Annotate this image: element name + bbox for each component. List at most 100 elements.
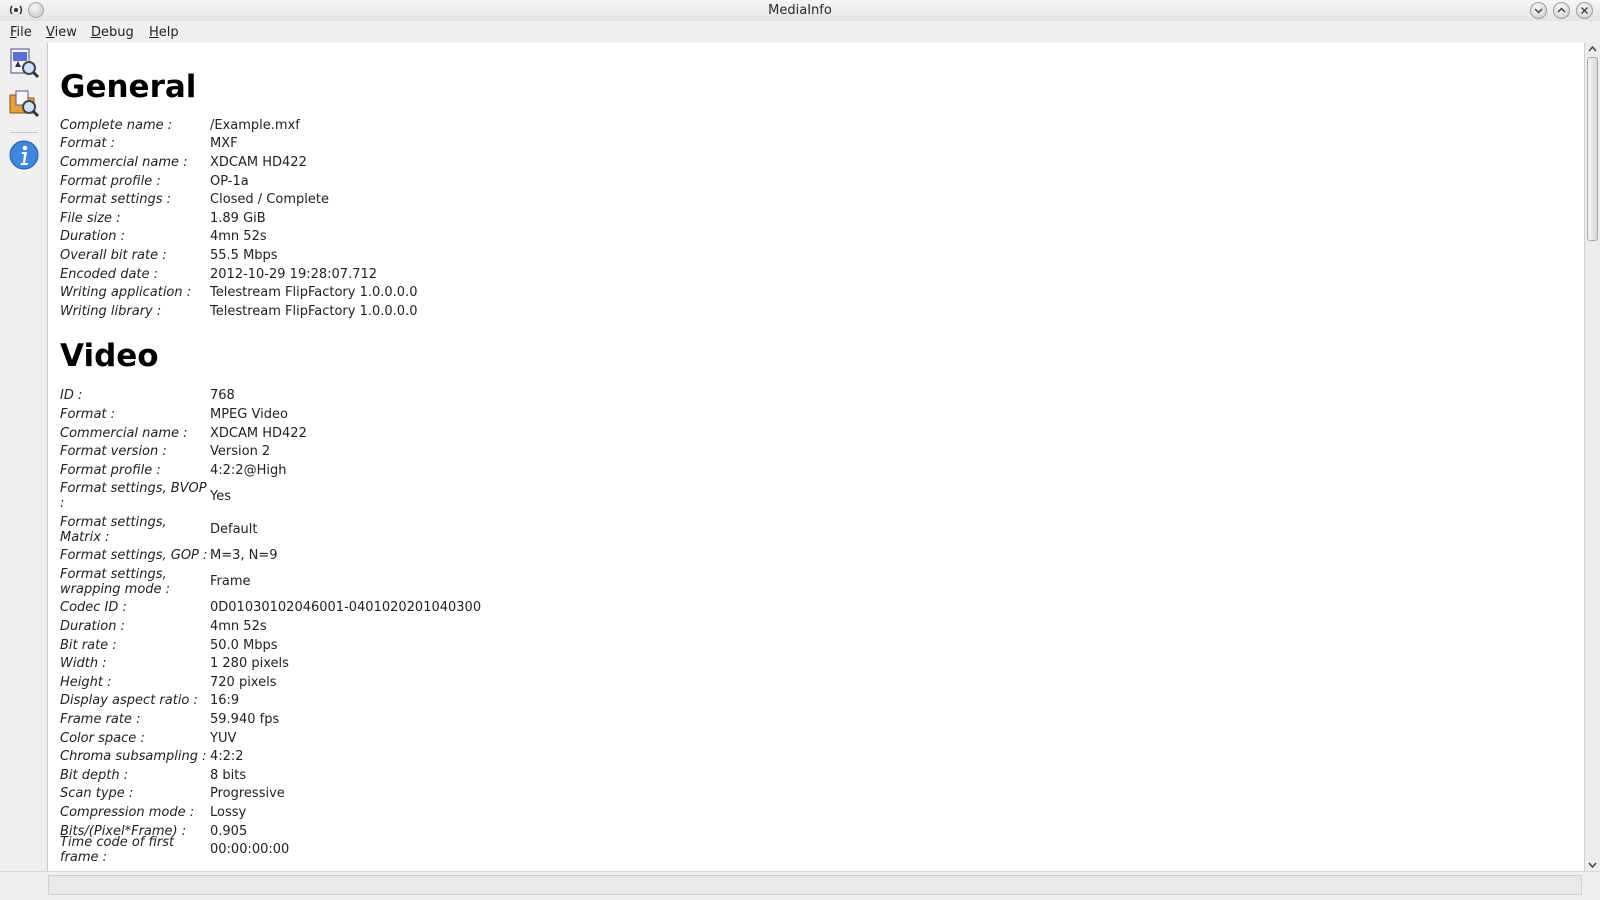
chevron-up-icon	[1557, 7, 1566, 13]
menu-bar: File View Debug Help	[0, 21, 1600, 43]
field-value: YUV	[210, 730, 237, 746]
field-label: Format version :	[60, 444, 167, 460]
field-value: 4mn 52s	[210, 229, 267, 245]
left-toolbar	[0, 43, 47, 875]
scroll-down-icon[interactable]	[1588, 861, 1597, 869]
field-value: 8 bits	[210, 767, 247, 783]
status-bar	[0, 871, 1600, 900]
field-label: Format settings, GOP :	[60, 548, 208, 564]
info-row: Format settings, BVOP : Yes	[60, 480, 1560, 514]
field-value: 0.905	[210, 823, 248, 839]
info-row: Format settings : Closed / Complete	[60, 190, 1560, 209]
info-row: Compression mode : Lossy	[60, 803, 1560, 822]
section-title: General	[60, 69, 197, 105]
field-label: File size :	[60, 210, 121, 226]
field-value: 00:00:00:00	[210, 842, 290, 858]
open-file-button[interactable]	[8, 47, 40, 79]
maximize-button[interactable]	[1553, 2, 1570, 19]
field-value: 1 280 pixels	[210, 656, 289, 672]
field-label: Format settings, wrapping mode :	[60, 566, 171, 597]
info-row: Encoded date : 2012-10-29 19:28:07.712	[60, 265, 1560, 284]
field-value: OP-1a	[210, 173, 249, 189]
menu-file[interactable]: File	[10, 25, 32, 40]
info-row: Duration : 4mn 52s	[60, 617, 1560, 636]
info-row: Format settings, Matrix : Default	[60, 513, 1560, 547]
info-row: Complete name : /Example.mxf	[60, 116, 1560, 135]
info-row: Height : 720 pixels	[60, 673, 1560, 692]
open-folder-icon	[9, 90, 40, 118]
vertical-scrollbar[interactable]	[1584, 43, 1600, 871]
menu-debug[interactable]: Debug	[91, 25, 134, 40]
info-row: Bit rate : 50.0 Mbps	[60, 636, 1560, 655]
field-label: Commercial name :	[60, 425, 188, 441]
field-label: Codec ID :	[60, 600, 127, 616]
field-label: Writing application :	[60, 285, 192, 301]
field-label: Time code of first frame :	[60, 834, 175, 865]
field-label: Bit depth :	[60, 767, 129, 783]
field-value: 16:9	[210, 693, 240, 709]
open-folder-button[interactable]	[8, 87, 40, 119]
field-value: XDCAM HD422	[210, 154, 307, 170]
field-value: 0D01030102046001-0401020201040300	[210, 600, 482, 616]
info-row: Format profile : 4:2:2@High	[60, 461, 1560, 480]
field-value: 50.0 Mbps	[210, 637, 278, 653]
section-title: Video	[60, 337, 159, 374]
menu-help[interactable]: Help	[149, 25, 179, 40]
section-video: Video ID : 768 Format : MPEG Video Commercial…	[60, 337, 1560, 865]
field-label: Bit rate :	[60, 637, 117, 653]
info-row: Time code of first frame : 00:00:00:00	[60, 835, 1560, 865]
field-label: Overall bit rate :	[60, 247, 167, 263]
field-value: MXF	[210, 136, 238, 152]
close-icon	[1580, 6, 1589, 15]
field-value: M=3, N=9	[210, 548, 278, 564]
title-bar: MediaInfo	[0, 0, 1600, 22]
field-label: Frame rate :	[60, 711, 141, 727]
info-row: Chroma subsampling :4:2:2	[60, 747, 1560, 766]
window-title: MediaInfo	[768, 3, 832, 18]
field-label: Format profile :	[60, 462, 161, 478]
field-label: Duration :	[60, 229, 125, 245]
field-label: Width :	[60, 656, 107, 672]
minimize-button[interactable]	[1530, 2, 1547, 19]
info-row: Format version : Version 2	[60, 442, 1560, 461]
info-row: Format settings, GOP : M=3, N=9	[60, 547, 1560, 566]
info-row: Format : MPEG Video	[60, 405, 1560, 424]
about-button[interactable]	[8, 139, 40, 171]
info-icon	[9, 140, 39, 170]
info-row: Frame rate : 59.940 fps	[60, 710, 1560, 729]
info-row: Bit depth : 8 bits	[60, 766, 1560, 785]
field-value: MPEG Video	[210, 406, 288, 422]
info-row: Bits/(Pixel*Frame) :0.905	[60, 822, 1560, 841]
field-value: 4mn 52s	[210, 618, 267, 634]
info-panel: General Complete name : /Example.mxf Format…	[47, 43, 1584, 871]
field-label: Format profile :	[60, 173, 161, 189]
field-label: Format settings :	[60, 192, 171, 208]
menu-view[interactable]: View	[46, 25, 77, 40]
field-label: Color space :	[60, 730, 145, 746]
info-row: File size : 1.89 GiB	[60, 209, 1560, 228]
field-label: Height :	[60, 674, 112, 690]
info-row: Format profile : OP-1a	[60, 172, 1560, 191]
scroll-up-icon[interactable]	[1588, 45, 1597, 53]
field-value: 1.89 GiB	[210, 210, 266, 226]
field-label: Encoded date :	[60, 266, 159, 282]
field-value: 55.5 Mbps	[210, 247, 278, 263]
field-label: Compression mode :	[60, 804, 195, 820]
field-value: Default	[210, 522, 258, 538]
status-field	[48, 875, 1582, 895]
close-button[interactable]	[1576, 2, 1593, 19]
info-row: Commercial name : XDCAM HD422	[60, 424, 1560, 443]
info-row: Writing library : Telestream FlipFactory …	[60, 302, 1560, 321]
field-label: Complete name :	[60, 117, 173, 133]
field-value: Telestream FlipFactory 1.0.0.0.0	[210, 285, 418, 301]
field-value: 720 pixels	[210, 674, 277, 690]
scrollbar-thumb[interactable]	[1587, 57, 1598, 241]
field-label: Format settings, Matrix :	[60, 514, 167, 545]
info-row: Display aspect ratio : 16:9	[60, 692, 1560, 711]
field-label: Chroma subsampling :	[60, 749, 207, 765]
field-value: 4:2:2@High	[210, 462, 287, 478]
info-row: Format : MXF	[60, 135, 1560, 154]
field-value: Telestream FlipFactory 1.0.0.0.0	[210, 303, 418, 319]
field-label: Commercial name :	[60, 154, 188, 170]
field-label: Format :	[60, 406, 116, 422]
